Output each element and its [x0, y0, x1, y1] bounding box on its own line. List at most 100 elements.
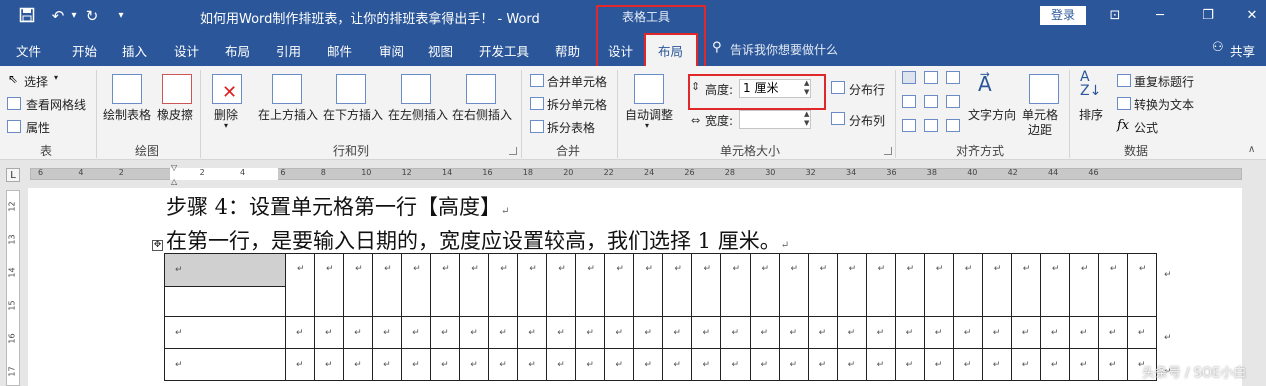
- table-cell[interactable]: ↵: [1010, 316, 1041, 349]
- table-cell[interactable]: ↵: [604, 316, 635, 349]
- table-cell[interactable]: ↵: [1039, 316, 1070, 349]
- table-cell[interactable]: ↵: [343, 348, 374, 381]
- tab-design[interactable]: 设计: [174, 41, 199, 60]
- table-cell[interactable]: ↵: [923, 316, 954, 349]
- tab-insert[interactable]: 插入: [122, 41, 147, 60]
- table-cell[interactable]: ↵: [517, 253, 548, 317]
- table-cell[interactable]: ↵: [662, 316, 693, 349]
- table-cell[interactable]: ↵: [546, 316, 577, 349]
- insert-left-button[interactable]: 在左侧插入: [388, 106, 448, 123]
- formula-button[interactable]: 公式: [1134, 119, 1158, 136]
- insert-right-button[interactable]: 在右侧插入: [452, 106, 512, 123]
- customize-qat-icon[interactable]: ▾: [112, 7, 130, 25]
- table-cell[interactable]: ↵: [807, 253, 838, 317]
- table-cell[interactable]: ↵: [430, 316, 461, 349]
- table-cell[interactable]: ↵: [546, 348, 577, 381]
- table-cell[interactable]: ↵: [314, 348, 345, 381]
- table-cell[interactable]: ↵: [923, 253, 954, 317]
- table-cell[interactable]: ↵: [517, 348, 548, 381]
- table-cell[interactable]: ↵: [1010, 253, 1041, 317]
- table-cell[interactable]: ↵: [372, 348, 403, 381]
- table-cell[interactable]: ↵: [459, 348, 490, 381]
- convert-to-text-button[interactable]: 转换为文本: [1134, 96, 1194, 113]
- table-cell[interactable]: ↵: [459, 316, 490, 349]
- table-cell[interactable]: ↵: [1039, 253, 1070, 317]
- tab-references[interactable]: 引用: [276, 41, 301, 60]
- table-cell[interactable]: ↵: [836, 316, 867, 349]
- table-cell[interactable]: ↵: [807, 348, 838, 381]
- table-cell[interactable]: ↵: [691, 253, 722, 317]
- table-cell[interactable]: ↵: [778, 253, 809, 317]
- tab-file[interactable]: 文件: [16, 41, 41, 60]
- table-cell[interactable]: ↵: [865, 348, 896, 381]
- table-cell[interactable]: ↵: [691, 348, 722, 381]
- table-cell[interactable]: ↵: [1068, 316, 1099, 349]
- table-cell[interactable]: ↵: [778, 348, 809, 381]
- table-cell[interactable]: ↵: [343, 253, 374, 317]
- table-cell[interactable]: [164, 286, 286, 317]
- rows-cols-launcher-icon[interactable]: [509, 147, 517, 155]
- left-indent-icon[interactable]: △: [171, 177, 177, 186]
- close-icon[interactable]: ✕: [1240, 6, 1264, 26]
- vertical-ruler[interactable]: [6, 190, 20, 386]
- distribute-cols-button[interactable]: 分布列: [849, 112, 885, 129]
- table-cell[interactable]: ↵: [343, 316, 374, 349]
- table-cell[interactable]: ↵: [720, 253, 751, 317]
- table-cell[interactable]: ↵: [749, 253, 780, 317]
- width-spinner-icon[interactable]: ▲ ▼: [804, 110, 809, 128]
- table-cell[interactable]: ↵: [575, 348, 606, 381]
- table-cell[interactable]: ↵: [691, 316, 722, 349]
- table-cell[interactable]: ↵: [952, 348, 983, 381]
- table-cell[interactable]: ↵: [1097, 253, 1128, 317]
- properties-button[interactable]: 属性: [26, 119, 50, 136]
- table-cell[interactable]: ↵: [749, 348, 780, 381]
- table-cell[interactable]: ↵: [1068, 348, 1099, 381]
- table-cell[interactable]: ↵: [430, 253, 461, 317]
- merge-cells-button[interactable]: 合并单元格: [547, 73, 607, 90]
- draw-table-button[interactable]: 绘制表格: [103, 106, 151, 123]
- align-bottom-left-icon[interactable]: [902, 119, 916, 132]
- table-cell[interactable]: ↵: [952, 316, 983, 349]
- minimize-icon[interactable]: ─: [1148, 6, 1172, 26]
- table-cell[interactable]: ↵: [604, 348, 635, 381]
- table-cell[interactable]: ↵: [604, 253, 635, 317]
- ribbon-display-options-icon[interactable]: ⊡: [1103, 6, 1127, 26]
- table-cell[interactable]: ↵: [284, 253, 316, 317]
- align-middle-center-icon[interactable]: [924, 95, 938, 108]
- collapse-ribbon-icon[interactable]: ∧: [1248, 144, 1255, 155]
- table-cell[interactable]: ↵: [836, 253, 867, 317]
- table-cell[interactable]: ↵: [894, 316, 925, 349]
- repeat-header-button[interactable]: 重复标题行: [1134, 73, 1194, 90]
- table-cell[interactable]: ↵: [430, 348, 461, 381]
- tab-mailings[interactable]: 邮件: [327, 41, 352, 60]
- table-cell[interactable]: ↵: [164, 253, 286, 287]
- table-cell[interactable]: ↵: [401, 348, 432, 381]
- table-cell[interactable]: ↵: [720, 348, 751, 381]
- table-cell[interactable]: ↵: [836, 348, 867, 381]
- insert-above-button[interactable]: 在上方插入: [258, 106, 318, 123]
- undo-dropdown-icon[interactable]: ▾: [65, 7, 83, 25]
- redo-icon[interactable]: ↻: [83, 7, 101, 25]
- table-cell[interactable]: ↵: [1126, 316, 1158, 349]
- tab-page-layout[interactable]: 布局: [225, 41, 250, 60]
- table-cell[interactable]: ↵: [488, 348, 519, 381]
- text-direction-button[interactable]: 文字方向: [968, 106, 1016, 123]
- tell-me-input[interactable]: 告诉我你想要做什么: [730, 41, 838, 58]
- table-cell[interactable]: ↵: [633, 316, 664, 349]
- table-cell[interactable]: ↵: [401, 253, 432, 317]
- table-move-handle-icon[interactable]: ✥: [152, 240, 163, 251]
- table-cell[interactable]: ↵: [981, 316, 1012, 349]
- sort-button[interactable]: 排序: [1079, 106, 1103, 123]
- tab-selector[interactable]: L: [6, 168, 20, 182]
- table-cell[interactable]: ↵: [720, 316, 751, 349]
- tab-view[interactable]: 视图: [428, 41, 453, 60]
- table-cell[interactable]: ↵: [1097, 316, 1128, 349]
- table-cell[interactable]: ↵: [164, 316, 286, 349]
- cell-margins-button-line2[interactable]: 边距: [1028, 121, 1052, 138]
- tab-review[interactable]: 审阅: [379, 41, 404, 60]
- share-button[interactable]: 共享: [1230, 41, 1255, 60]
- table-cell[interactable]: ↵: [865, 316, 896, 349]
- align-top-left-icon[interactable]: [902, 71, 916, 84]
- view-gridlines-button[interactable]: 查看网格线: [26, 96, 86, 113]
- table-cell[interactable]: ↵: [662, 253, 693, 317]
